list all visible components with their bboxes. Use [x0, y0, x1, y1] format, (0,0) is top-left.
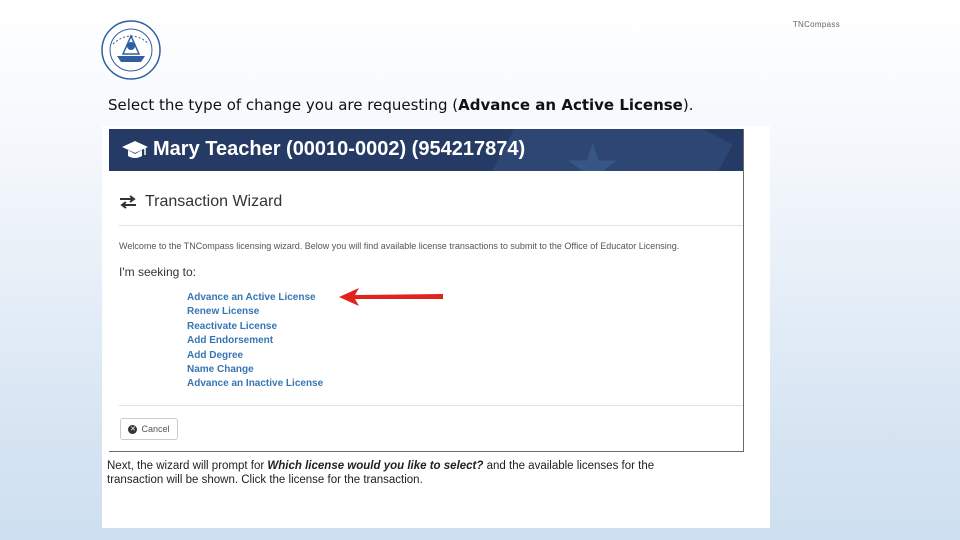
option-advance-active-license[interactable]: Advance an Active License	[187, 291, 323, 305]
profile-banner: ★ Mary Teacher (00010-0002) (954217874)	[109, 129, 743, 171]
star-decoration-icon: ★	[564, 131, 622, 171]
option-name-change[interactable]: Name Change	[187, 363, 323, 377]
option-advance-inactive-license[interactable]: Advance an Inactive License	[187, 377, 323, 391]
option-reactivate-license[interactable]: Reactivate License	[187, 320, 323, 334]
option-add-endorsement[interactable]: Add Endorsement	[187, 334, 323, 348]
instruction-emphasis: Advance an Active License	[458, 96, 683, 114]
transaction-options: Advance an Active License Renew License …	[187, 291, 323, 392]
swap-arrows-icon	[120, 195, 136, 209]
wizard-header: Transaction Wizard	[119, 193, 282, 211]
welcome-text: Welcome to the TNCompass licensing wizar…	[119, 241, 680, 251]
wizard-title: Transaction Wizard	[145, 193, 283, 210]
option-add-degree[interactable]: Add Degree	[187, 349, 323, 363]
cancel-button[interactable]: ✕ Cancel	[120, 418, 178, 440]
divider	[119, 405, 743, 406]
wizard-screenshot: ★ Mary Teacher (00010-0002) (954217874) …	[102, 126, 770, 528]
instruction-text: Select the type of change you are reques…	[108, 96, 694, 114]
cancel-label: Cancel	[141, 424, 170, 434]
graduation-cap-icon	[122, 141, 148, 158]
profile-name: Mary Teacher (00010-0002) (954217874)	[153, 138, 526, 160]
caption-emphasis: Which license would you like to select?	[267, 460, 484, 472]
divider	[119, 225, 743, 226]
state-seal-icon	[101, 20, 161, 80]
wizard-panel: ★ Mary Teacher (00010-0002) (954217874) …	[109, 129, 744, 452]
close-circle-icon: ✕	[128, 424, 138, 434]
brand-label: TNCompass	[792, 20, 840, 29]
option-renew-license[interactable]: Renew License	[187, 305, 323, 319]
caption-text: Next, the wizard will prompt for Which l…	[107, 460, 655, 486]
pointer-arrow-icon	[339, 288, 443, 306]
seeking-label: I'm seeking to:	[119, 265, 196, 279]
